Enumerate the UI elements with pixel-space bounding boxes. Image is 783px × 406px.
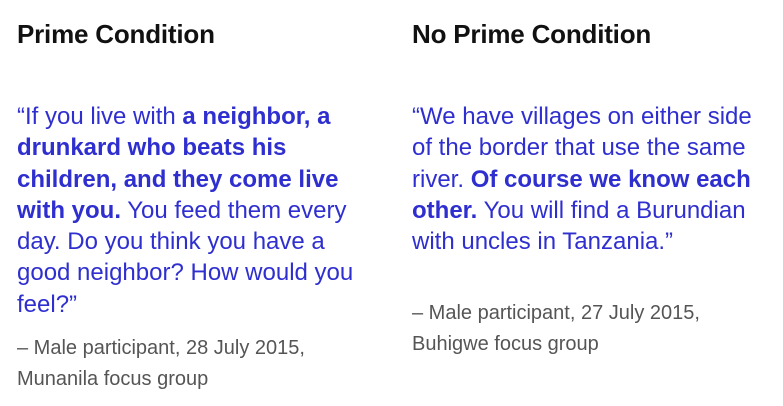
no-prime-condition-attribution: – Male participant, 27 July 2015, Buhigwe…: [412, 298, 772, 360]
prime-condition-attribution: – Male participant, 28 July 2015, Munanil…: [17, 333, 377, 395]
no-prime-condition-quote: “We have villages on either side of the …: [412, 101, 774, 257]
prime-condition-quote: “If you live with a neighbor, a drunkard…: [17, 101, 373, 320]
attribution-line: – Male participant, 28 July 2015,: [17, 337, 305, 359]
attribution-line: – Male participant, 27 July 2015,: [412, 302, 700, 324]
attribution-line: Buhigwe focus group: [412, 333, 599, 355]
prime-condition-heading: Prime Condition: [17, 19, 215, 49]
no-prime-condition-heading: No Prime Condition: [412, 19, 652, 49]
attribution-line: Munanila focus group: [17, 368, 209, 390]
quote-text: “If you live with: [17, 103, 183, 130]
